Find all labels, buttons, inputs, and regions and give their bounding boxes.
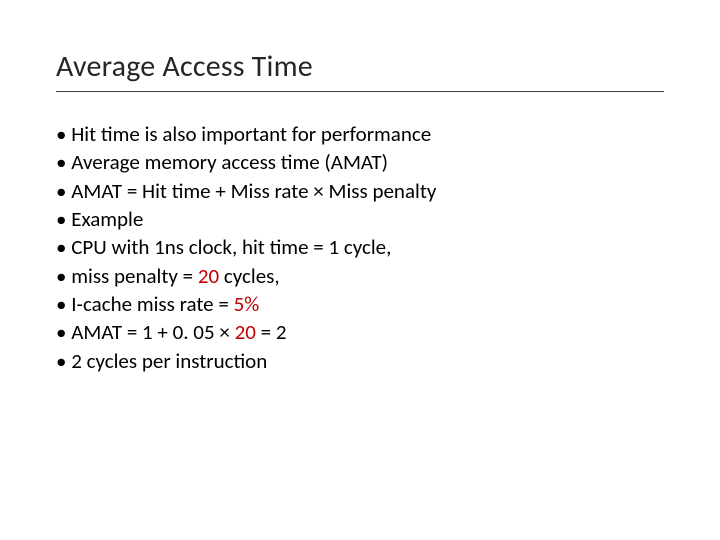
number-highlight: 20 bbox=[198, 263, 219, 289]
text: AMAT = 1 + 0. 05 × bbox=[71, 319, 234, 345]
bullet-icon: • bbox=[56, 206, 66, 232]
slide-title: Average Access Time bbox=[56, 48, 664, 85]
bullet-line: • I-cache miss rate = 5% bbox=[56, 290, 664, 318]
text: cycles, bbox=[219, 263, 279, 289]
bullet-icon: • bbox=[56, 121, 66, 147]
bullet-icon: • bbox=[56, 291, 66, 317]
bullet-icon: • bbox=[56, 234, 66, 260]
text: 2 cycles per instruction bbox=[71, 348, 267, 374]
text: I-cache miss rate = bbox=[71, 291, 233, 317]
slide-body: • Hit time is also important for perform… bbox=[56, 120, 664, 375]
bullet-line: • miss penalty = 20 cycles, bbox=[56, 262, 664, 290]
bullet-line: • Hit time is also important for perform… bbox=[56, 120, 664, 148]
text: CPU with 1ns clock, hit time = 1 cycle, bbox=[71, 234, 391, 260]
title-underline bbox=[56, 91, 664, 92]
bullet-icon: • bbox=[56, 319, 66, 345]
bullet-line: • AMAT = Hit time + Miss rate × Miss pen… bbox=[56, 177, 664, 205]
bullet-line: • Example bbox=[56, 205, 664, 233]
bullet-icon: • bbox=[56, 348, 66, 374]
bullet-line: • 2 cycles per instruction bbox=[56, 347, 664, 375]
text: Hit time is also important for performan… bbox=[71, 121, 431, 147]
number-highlight: 20 bbox=[235, 319, 256, 345]
bullet-line: • Average memory access time (AMAT) bbox=[56, 148, 664, 176]
bullet-icon: • bbox=[56, 149, 66, 175]
text: AMAT = Hit time + Miss rate × Miss penal… bbox=[71, 178, 436, 204]
text: Average memory access time (AMAT) bbox=[71, 149, 388, 175]
bullet-line: • AMAT = 1 + 0. 05 × 20 = 2 bbox=[56, 318, 664, 346]
text: Example bbox=[71, 206, 143, 232]
bullet-icon: • bbox=[56, 263, 66, 289]
bullet-line: • CPU with 1ns clock, hit time = 1 cycle… bbox=[56, 233, 664, 261]
bullet-icon: • bbox=[56, 178, 66, 204]
text: = 2 bbox=[256, 319, 287, 345]
slide: Average Access Time • Hit time is also i… bbox=[0, 0, 720, 540]
number-highlight: 5% bbox=[234, 291, 260, 317]
text: miss penalty = bbox=[71, 263, 198, 289]
